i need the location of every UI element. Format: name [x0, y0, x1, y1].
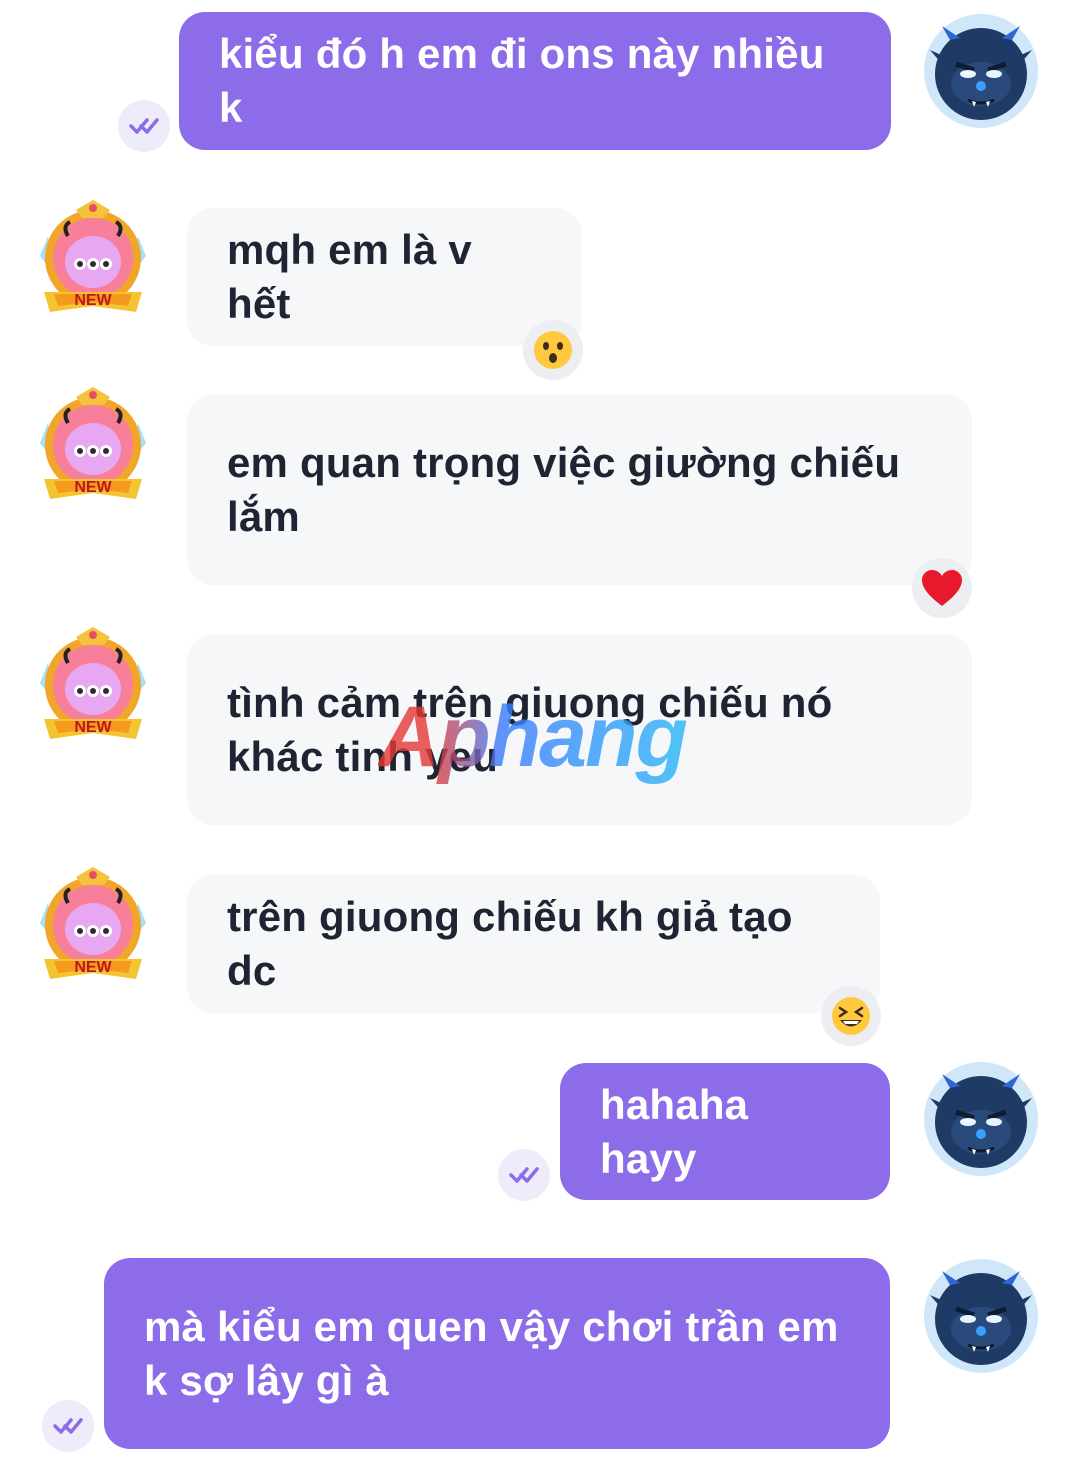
message-bubble-incoming[interactable]: em quan trọng việc giường chiếu lắm	[187, 395, 972, 585]
message-text: em quan trọng việc giường chiếu lắm	[227, 439, 901, 540]
message-bubble-outgoing[interactable]: kiểu đó h em đi ons này nhiều k	[179, 12, 891, 150]
laughing-face-icon	[832, 997, 870, 1035]
peer-avatar[interactable]	[34, 623, 152, 741]
message-bubble-incoming[interactable]: trên giuong chiếu kh giả tạo dc	[187, 875, 880, 1013]
message-text: kiểu đó h em đi ons này nhiều k	[219, 30, 825, 131]
peer-avatar[interactable]	[34, 383, 152, 501]
surprised-face-reaction[interactable]	[523, 320, 583, 380]
watermark-logo: Aphang	[378, 689, 688, 785]
my-avatar[interactable]	[922, 1257, 1040, 1375]
peer-avatar[interactable]	[34, 863, 152, 981]
message-bubble-incoming[interactable]: mqh em là v hết	[187, 208, 582, 346]
peer-avatar[interactable]	[34, 196, 152, 314]
message-text: trên giuong chiếu kh giả tạo dc	[227, 893, 793, 994]
message-text: mqh em là v hết	[227, 226, 472, 327]
surprised-face-icon	[534, 331, 572, 369]
my-avatar[interactable]	[922, 12, 1040, 130]
message-bubble-outgoing[interactable]: mà kiểu em quen vậy chơi trần em k sợ lâ…	[104, 1258, 890, 1449]
laughing-face-reaction[interactable]	[821, 986, 881, 1046]
red-heart-icon	[922, 570, 962, 606]
my-avatar[interactable]	[922, 1060, 1040, 1178]
read-receipt-icon	[42, 1400, 94, 1452]
message-text: hahaha hayy	[600, 1080, 749, 1182]
read-receipt-icon	[498, 1149, 550, 1201]
read-receipt-icon	[118, 100, 170, 152]
message-bubble-outgoing[interactable]: hahaha hayy	[560, 1063, 890, 1200]
heart-reaction[interactable]	[912, 558, 972, 618]
message-text: mà kiểu em quen vậy chơi trần em k sợ lâ…	[144, 1302, 839, 1404]
